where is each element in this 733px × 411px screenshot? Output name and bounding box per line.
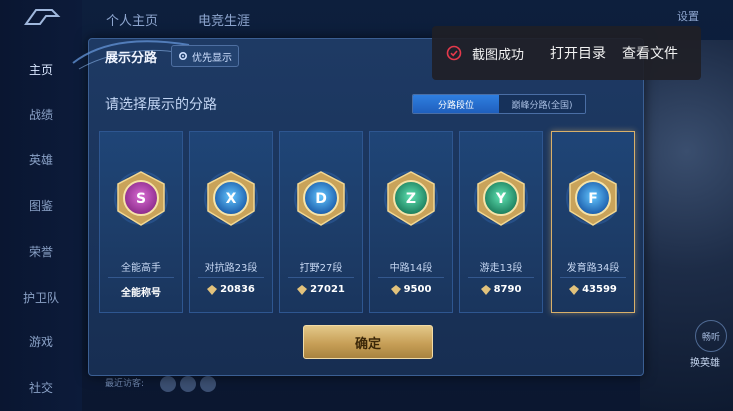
recent-visitors-label: 最近访客: bbox=[105, 379, 145, 389]
lane-card-title: 发育路34段 bbox=[566, 263, 620, 274]
lane-card-value: 43599 bbox=[552, 284, 634, 295]
divider bbox=[378, 277, 444, 278]
lane-card-score: 43599 bbox=[582, 284, 617, 295]
lane-card[interactable]: S 全能高手全能称号 bbox=[99, 131, 183, 313]
power-diamond-icon bbox=[297, 284, 308, 295]
divider bbox=[560, 277, 626, 278]
svg-text:F: F bbox=[588, 191, 598, 207]
nav-label: 英雄 bbox=[28, 152, 53, 167]
avatar[interactable] bbox=[200, 376, 216, 392]
divider bbox=[108, 277, 174, 278]
nav-item-record[interactable]: 战绩 bbox=[0, 99, 82, 129]
listen-button[interactable]: 畅听 bbox=[695, 320, 727, 352]
power-diamond-icon bbox=[480, 284, 491, 295]
divider bbox=[198, 277, 264, 278]
lane-card[interactable]: Y 游走13段 8790 bbox=[459, 131, 543, 313]
nav-label: 战绩 bbox=[28, 107, 53, 122]
success-check-icon bbox=[446, 45, 462, 61]
lane-card-score: 20836 bbox=[220, 284, 255, 295]
gear-icon bbox=[178, 51, 188, 61]
nav-label: 图鉴 bbox=[28, 198, 53, 213]
panel-title: 展示分路 bbox=[105, 51, 158, 66]
lane-card-value: 20836 bbox=[190, 284, 272, 295]
lane-card[interactable]: X 对抗路23段 20836 bbox=[189, 131, 273, 313]
lane-display-panel: 展示分路 优先显示 请选择展示的分路 分路段位 巅峰分路(全国) S 全能高手全能… bbox=[72, 38, 644, 376]
nav-item-honor[interactable]: 荣誉 bbox=[0, 236, 82, 266]
lane-card[interactable]: F 发育路34段 43599 bbox=[551, 131, 635, 313]
clash-lane-badge-icon: X bbox=[204, 171, 258, 226]
lane-card-value: 8790 bbox=[460, 284, 542, 295]
lane-card-score: 8790 bbox=[493, 284, 522, 295]
lane-card-score: 全能称号 bbox=[121, 288, 161, 299]
nav-item-codex[interactable]: 图鉴 bbox=[0, 190, 82, 220]
visitor-avatars bbox=[160, 376, 216, 392]
open-directory-link[interactable]: 打开目录 bbox=[550, 43, 606, 63]
lane-card-score: 27021 bbox=[310, 284, 345, 295]
left-sidebar: 主页 战绩 英雄 图鉴 荣誉 护卫队 游戏 社交 bbox=[0, 0, 82, 411]
divider bbox=[468, 277, 534, 278]
tab-esports-career[interactable]: 电竞生涯 bbox=[198, 10, 250, 29]
nav-label: 社交 bbox=[28, 380, 53, 395]
svg-text:X: X bbox=[226, 191, 237, 207]
segment-lane-rank[interactable]: 分路段位 bbox=[413, 95, 499, 113]
lane-card-value: 27021 bbox=[280, 284, 362, 295]
power-diamond-icon bbox=[569, 284, 580, 295]
nav-label: 游戏 bbox=[28, 334, 53, 349]
lane-card-title: 打野27段 bbox=[299, 263, 343, 274]
settings-link[interactable]: 设置 bbox=[677, 8, 699, 24]
lane-mode-toggle: 分路段位 巅峰分路(全国) bbox=[412, 94, 586, 114]
nav-item-guard[interactable]: 护卫队 bbox=[0, 282, 82, 312]
lane-card-title: 中路14段 bbox=[389, 263, 433, 274]
svg-text:D: D bbox=[315, 191, 327, 207]
toast-message: 截图成功 bbox=[472, 48, 525, 63]
listen-label: 畅听 bbox=[701, 332, 720, 343]
nav-item-home[interactable]: 主页 bbox=[0, 54, 82, 84]
lane-card-title: 全能高手 bbox=[121, 263, 161, 274]
svg-text:S: S bbox=[136, 191, 146, 207]
tab-personal-home[interactable]: 个人主页 bbox=[106, 10, 158, 29]
screenshot-toast: 截图成功 打开目录 查看文件 bbox=[432, 26, 701, 80]
avatar[interactable] bbox=[160, 376, 176, 392]
power-diamond-icon bbox=[207, 284, 218, 295]
nav-label: 荣誉 bbox=[28, 244, 53, 259]
switch-hero-button[interactable]: 换英雄 bbox=[690, 354, 720, 369]
nav-label: 主页 bbox=[28, 62, 53, 77]
priority-display-button[interactable]: 优先显示 bbox=[171, 45, 239, 67]
nav-label: 护卫队 bbox=[22, 290, 59, 305]
divider bbox=[288, 277, 354, 278]
power-diamond-icon bbox=[390, 284, 401, 295]
lane-card[interactable]: D 打野27段 27021 bbox=[279, 131, 363, 313]
mid-lane-badge-icon: Z bbox=[384, 171, 438, 226]
panel-subtitle: 请选择展示的分路 bbox=[105, 97, 217, 113]
avatar[interactable] bbox=[180, 376, 196, 392]
roam-badge-icon: Y bbox=[474, 171, 528, 226]
lane-card-value: 9500 bbox=[370, 284, 452, 295]
confirm-button[interactable]: 确定 bbox=[303, 325, 433, 359]
segment-peak-lane[interactable]: 巅峰分路(全国) bbox=[499, 95, 585, 113]
nav-item-social[interactable]: 社交 bbox=[0, 372, 82, 402]
farm-lane-badge-icon: F bbox=[566, 171, 620, 226]
nav-item-heroes[interactable]: 英雄 bbox=[0, 144, 82, 174]
lane-card[interactable]: Z 中路14段 9500 bbox=[369, 131, 453, 313]
all-round-badge-icon: S bbox=[114, 171, 168, 226]
view-file-link[interactable]: 查看文件 bbox=[622, 43, 678, 63]
lane-card-value: 全能称号 bbox=[100, 284, 182, 299]
lane-card-title: 游走13段 bbox=[479, 263, 523, 274]
lane-card-title: 对抗路23段 bbox=[204, 263, 258, 274]
svg-text:Z: Z bbox=[406, 191, 416, 207]
jungle-badge-icon: D bbox=[294, 171, 348, 226]
priority-label: 优先显示 bbox=[192, 52, 232, 64]
lane-card-score: 9500 bbox=[403, 284, 432, 295]
game-logo-icon bbox=[24, 9, 61, 25]
nav-item-games[interactable]: 游戏 bbox=[0, 326, 82, 356]
svg-text:Y: Y bbox=[495, 191, 507, 207]
